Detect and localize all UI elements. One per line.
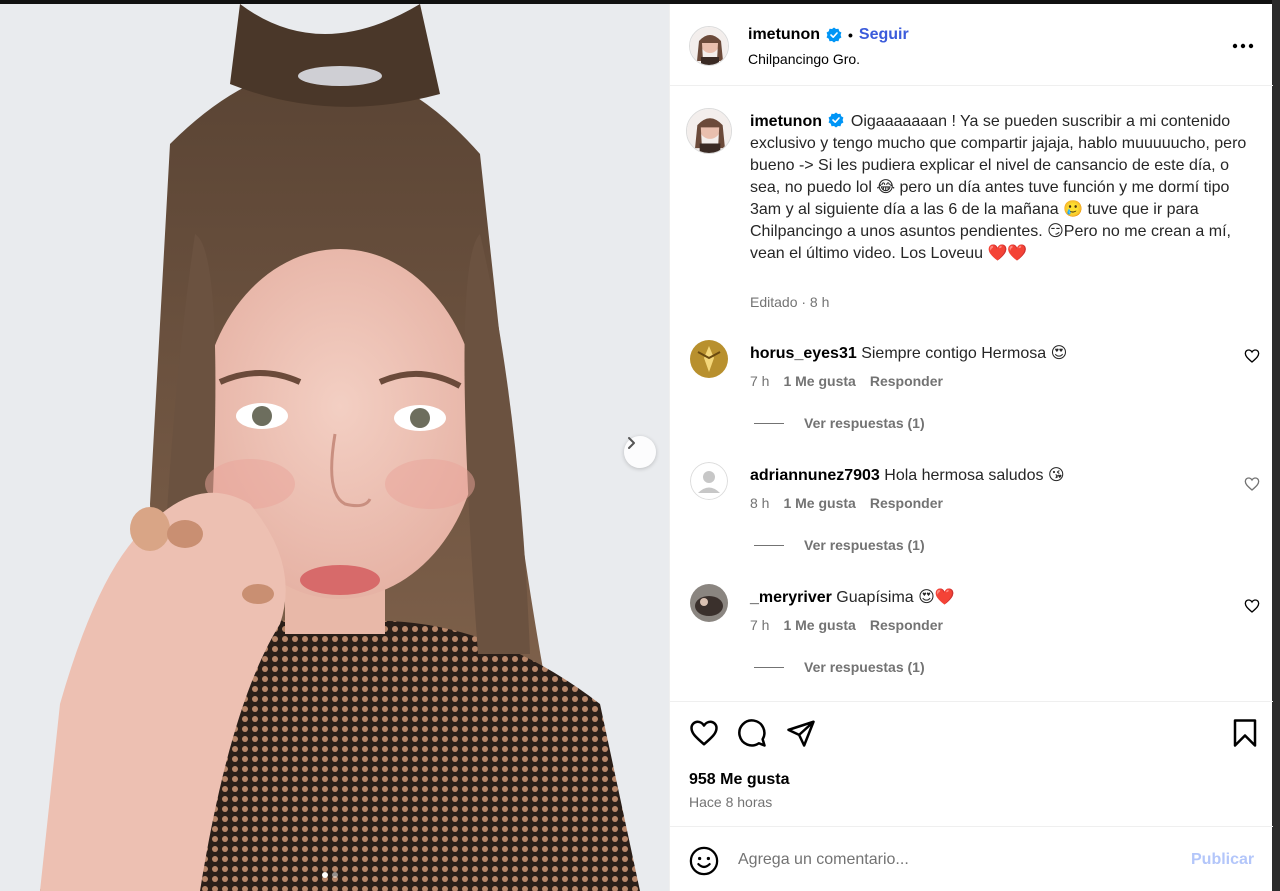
view-replies-label: Ver respuestas (1) xyxy=(804,415,925,431)
replies-divider xyxy=(754,666,784,668)
replies-divider xyxy=(754,544,784,546)
reply-button[interactable]: Responder xyxy=(870,373,943,389)
view-replies-label: Ver respuestas (1) xyxy=(804,659,925,675)
carousel-dot xyxy=(322,872,328,878)
caption-meta: Editado · 8 h xyxy=(750,294,830,310)
comment-composer: Publicar xyxy=(670,827,1273,891)
post-detail-panel: imetunon • Seguir Chilpancingo Gro. imet… xyxy=(669,4,1273,891)
caption-text-block: imetunon Oigaaaaaaan ! Ya se pueden susc… xyxy=(750,111,1250,265)
comment-time: 8 h xyxy=(750,495,770,511)
publish-button[interactable]: Publicar xyxy=(1191,851,1254,869)
comment-text: horus_eyes31 Siempre contigo Hermosa 😍 xyxy=(750,343,1067,363)
carousel-dots xyxy=(322,872,338,878)
comment-body: Siempre contigo Hermosa 😍 xyxy=(861,345,1068,362)
reply-button[interactable]: Responder xyxy=(870,495,943,511)
follow-button[interactable]: Seguir xyxy=(859,26,909,44)
more-options-button[interactable] xyxy=(1230,34,1256,58)
more-options-icon xyxy=(1232,43,1254,49)
comment-body: Hola hermosa saludos 😘 xyxy=(884,467,1065,484)
heart-icon[interactable] xyxy=(1244,598,1260,614)
comment-icon[interactable] xyxy=(737,718,767,748)
author-avatar-image xyxy=(690,27,728,65)
emoji-icon[interactable] xyxy=(689,846,719,876)
heart-icon[interactable] xyxy=(1244,348,1260,364)
caption-username[interactable]: imetunon xyxy=(750,113,822,130)
comment-time: 7 h xyxy=(750,617,770,633)
caption-author-avatar[interactable] xyxy=(686,108,732,154)
view-replies-button[interactable]: Ver respuestas (1) xyxy=(754,415,925,431)
heart-icon[interactable] xyxy=(689,718,719,748)
commenter-avatar-image xyxy=(690,340,728,378)
comment-text: adriannunez7903 Hola hermosa saludos 😘 xyxy=(750,465,1065,485)
comment-likes[interactable]: 1 Me gusta xyxy=(783,373,855,389)
commenter-avatar[interactable] xyxy=(690,584,728,622)
comment-likes[interactable]: 1 Me gusta xyxy=(783,617,855,633)
comment-meta: 8 h 1 Me gusta Responder xyxy=(750,495,943,511)
verified-badge-icon xyxy=(826,27,842,43)
comment-text: _meryriver Guapísima 😍❤️ xyxy=(750,587,955,607)
replies-divider xyxy=(754,422,784,424)
post-header: imetunon • Seguir Chilpancingo Gro. xyxy=(670,4,1273,86)
commenter-avatar[interactable] xyxy=(690,340,728,378)
comment-item: horus_eyes31 Siempre contigo Hermosa 😍 7… xyxy=(670,340,1273,462)
backdrop-strip xyxy=(1272,0,1280,891)
verified-badge-icon xyxy=(829,112,844,128)
carousel-dot xyxy=(332,872,338,878)
comment-input[interactable] xyxy=(738,845,1178,875)
comment-meta: 7 h 1 Me gusta Responder xyxy=(750,373,943,389)
comment-time: 7 h xyxy=(750,373,770,389)
comment-meta: 7 h 1 Me gusta Responder xyxy=(750,617,943,633)
default-avatar-icon xyxy=(690,462,728,500)
bookmark-icon[interactable] xyxy=(1230,718,1260,748)
comment-likes[interactable]: 1 Me gusta xyxy=(783,495,855,511)
portrait-illustration xyxy=(0,4,669,891)
commenter-avatar-image xyxy=(690,584,728,622)
separator-dot: • xyxy=(848,27,853,43)
author-username[interactable]: imetunon xyxy=(748,26,820,44)
chevron-right-icon xyxy=(628,437,635,449)
comment-username[interactable]: _meryriver xyxy=(750,589,832,606)
post-location[interactable]: Chilpancingo Gro. xyxy=(748,51,860,67)
post-photo xyxy=(0,4,669,891)
comment-username[interactable]: horus_eyes31 xyxy=(750,345,857,362)
comment-username[interactable]: adriannunez7903 xyxy=(750,467,880,484)
commenter-avatar[interactable] xyxy=(690,462,728,500)
comment-body: Guapísima 😍❤️ xyxy=(836,589,955,606)
view-replies-label: Ver respuestas (1) xyxy=(804,537,925,553)
view-replies-button[interactable]: Ver respuestas (1) xyxy=(754,537,925,553)
reply-button[interactable]: Responder xyxy=(870,617,943,633)
comment-item: adriannunez7903 Hola hermosa saludos 😘 8… xyxy=(670,462,1273,584)
post-actions: 958 Me gusta Hace 8 horas xyxy=(670,701,1273,827)
post-time: Hace 8 horas xyxy=(689,794,773,810)
next-photo-button[interactable] xyxy=(624,436,656,468)
author-avatar-image xyxy=(687,109,731,153)
comment-item: _meryriver Guapísima 😍❤️ 7 h 1 Me gusta … xyxy=(670,584,1273,706)
caption-body: Oigaaaaaaan ! Ya se pueden suscribir a m… xyxy=(750,113,1247,262)
view-replies-button[interactable]: Ver respuestas (1) xyxy=(754,659,925,675)
author-avatar[interactable] xyxy=(689,26,729,66)
send-icon[interactable] xyxy=(786,718,816,748)
heart-icon[interactable] xyxy=(1244,476,1260,492)
like-count[interactable]: 958 Me gusta xyxy=(689,771,789,789)
